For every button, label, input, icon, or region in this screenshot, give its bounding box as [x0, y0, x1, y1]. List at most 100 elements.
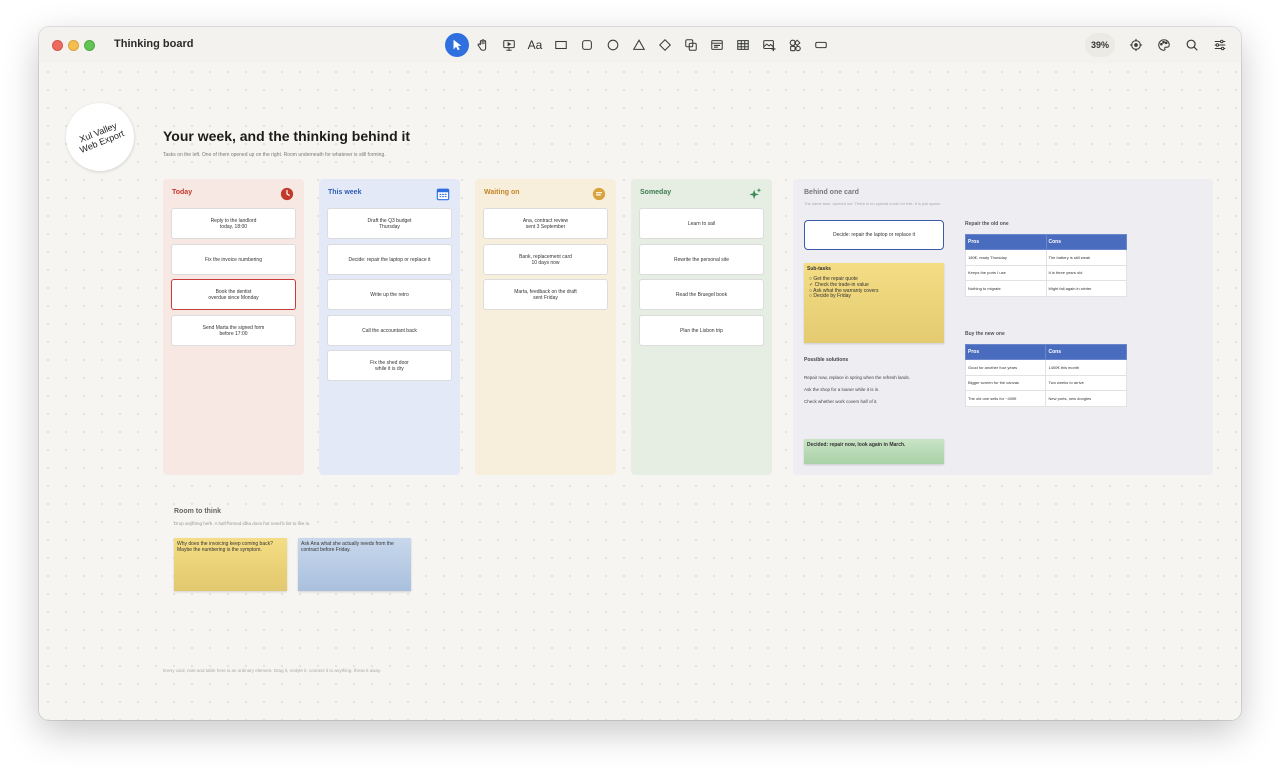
table-cell[interactable]: Keeps the ports I use	[965, 264, 1047, 281]
column-title: Today	[172, 189, 193, 196]
sparkle-icon	[749, 187, 762, 200]
task-card[interactable]: Read the Bruegel book	[639, 279, 764, 310]
solution-item: Check whether work covers half of it.	[804, 399, 878, 404]
table-cell[interactable]: The old one sells for ~400€	[964, 390, 1047, 407]
search-icon[interactable]	[1181, 34, 1203, 56]
table-row: 180€, ready Thursday The battery is still…	[965, 249, 1128, 266]
sticky-note-blue[interactable]: Ask Ana what she actually needs from the…	[298, 538, 411, 591]
task-card-selected[interactable]: Decide: repair the laptop or replace it	[327, 244, 452, 275]
table-cell[interactable]: Might fail again in winter	[1045, 280, 1128, 297]
buy-table-label: Buy the new one	[965, 331, 1005, 337]
table-header: Cons	[1045, 234, 1128, 250]
table-header: Pros	[964, 344, 1047, 360]
board-canvas[interactable]: Xul Valley Web Export Your week, and the…	[39, 63, 1241, 720]
rectangle-tool-icon[interactable]	[549, 33, 573, 57]
clock-icon	[280, 187, 294, 201]
task-card[interactable]: Bank, replacement card 10 days now	[483, 244, 608, 275]
task-card[interactable]: Send Marta the signed form before 17:00	[171, 315, 296, 346]
titlebar: Thinking board Aa 39%	[39, 27, 1241, 63]
column-someday[interactable]: Someday Learn to sail Rewrite the person…	[631, 179, 772, 475]
solutions-title: Possible solutions	[804, 357, 849, 363]
app-window: Thinking board Aa 39% Xul Valley Web Exp…	[39, 27, 1241, 720]
table-cell[interactable]: 180€, ready Thursday	[965, 249, 1047, 266]
table-row: Good for another four years 1400€ this mo…	[964, 359, 1127, 376]
subtasks-note[interactable]: Sub-tasks ○ Get the repair quote ✓ Check…	[804, 263, 944, 343]
table-row: Nothing to migrate Might fail again in wi…	[965, 280, 1128, 297]
components-tool-icon[interactable]	[783, 33, 807, 57]
speech-bubble-icon	[592, 187, 606, 201]
palette-icon[interactable]	[1153, 34, 1175, 56]
subtask-item[interactable]: ○ Decide by Friday	[807, 293, 941, 300]
room-title: Room to think	[174, 508, 222, 515]
repair-pros-cons-table[interactable]: Pros Cons 180€, ready Thursday The batter…	[965, 234, 1128, 297]
buy-pros-cons-table[interactable]: Pros Cons Good for another four years 140…	[964, 344, 1127, 407]
detail-title: Behind one card	[804, 189, 859, 196]
button-tool-icon[interactable]	[809, 33, 833, 57]
card-tool-icon[interactable]	[705, 33, 729, 57]
logo-badge: Xul Valley Web Export	[55, 92, 145, 182]
task-card[interactable]: Fix the invoice numbering	[171, 244, 296, 275]
task-card[interactable]: Draft the Q3 budget Thursday	[327, 208, 452, 239]
table-header: Pros	[965, 234, 1047, 250]
task-card[interactable]: Reply to the landlord today, 18:00	[171, 208, 296, 239]
task-card[interactable]: Fix the shed door while it is dry	[327, 350, 452, 381]
task-card[interactable]: Marta, feedback on the draft sent Friday	[483, 279, 608, 310]
subtasks-title: Sub-tasks	[807, 266, 831, 272]
task-card[interactable]: Learn to sail	[639, 208, 764, 239]
decision-note[interactable]: Decided: repair now, look again in March…	[804, 439, 944, 464]
right-toolbar: 39%	[1085, 33, 1231, 57]
image-tool-icon[interactable]	[757, 33, 781, 57]
table-header: Cons	[1045, 344, 1127, 360]
presentation-tool-icon[interactable]	[497, 33, 521, 57]
task-card[interactable]: Rewrite the personal site	[639, 244, 764, 275]
column-today[interactable]: Today Reply to the landlord today, 18:00…	[163, 179, 304, 475]
group-tool-icon[interactable]	[679, 33, 703, 57]
table-cell[interactable]: Good for another four years	[964, 359, 1047, 376]
task-card-overdue[interactable]: Book the dentist overdue since Monday	[171, 279, 296, 310]
table-cell[interactable]: 1400€ this month	[1045, 359, 1127, 376]
subtask-checkbox[interactable]: ○	[809, 293, 812, 299]
table-row: The old one sells for ~400€ New ports, ne…	[964, 390, 1127, 407]
select-tool-icon[interactable]	[445, 33, 469, 57]
zoom-button[interactable]	[84, 40, 95, 51]
board-subtitle: Tasks on the left. One of them opened up…	[163, 152, 386, 158]
zoom-level[interactable]: 39%	[1085, 33, 1115, 57]
task-card[interactable]: Plan the Lisbon trip	[639, 315, 764, 346]
board-title: Your week, and the thinking behind it	[163, 128, 411, 144]
task-card[interactable]: Call the accountant back	[327, 315, 452, 346]
minimize-button[interactable]	[68, 40, 79, 51]
table-cell[interactable]: Bigger screen for the canvas	[964, 374, 1047, 391]
ellipse-tool-icon[interactable]	[601, 33, 625, 57]
table-cell[interactable]: New ports, new dongles	[1045, 390, 1127, 407]
settings-sliders-icon[interactable]	[1209, 34, 1231, 56]
text-tool-icon[interactable]: Aa	[523, 33, 547, 57]
task-card[interactable]: Write up the retro	[327, 279, 452, 310]
close-button[interactable]	[52, 40, 63, 51]
table-cell[interactable]: The battery is still weak	[1045, 249, 1128, 266]
column-this-week[interactable]: This week Draft the Q3 budget Thursday D…	[319, 179, 460, 475]
table-cell[interactable]: Two weeks to arrive	[1045, 374, 1127, 391]
sticky-note-yellow[interactable]: Why does the invoicing keep coming back?…	[174, 538, 287, 591]
solution-item: Repair now, replace in spring when the r…	[804, 375, 911, 380]
diamond-tool-icon[interactable]	[653, 33, 677, 57]
window-title: Thinking board	[114, 38, 194, 50]
solution-item: Ask the shop for a loaner while it is in…	[804, 387, 880, 392]
table-cell[interactable]: Nothing to migrate	[965, 280, 1047, 297]
selected-task-card[interactable]: Decide: repair the laptop or replace it	[804, 220, 944, 250]
room-subtitle: Drop anything here. A half-formed idea d…	[174, 521, 311, 526]
table-row: Bigger screen for the canvas Two weeks to…	[964, 374, 1127, 391]
calendar-icon	[436, 188, 450, 201]
table-tool-icon[interactable]	[731, 33, 755, 57]
tool-palette: Aa	[445, 33, 833, 57]
detail-subtitle: The same task, opened out. There is no s…	[804, 201, 942, 206]
table-row: Keeps the ports I use It is three years o…	[965, 264, 1128, 281]
detail-panel[interactable]: Behind one card The same task, opened ou…	[793, 179, 1213, 475]
column-waiting-on[interactable]: Waiting on Ana, contract review sent 3 S…	[475, 179, 616, 475]
triangle-tool-icon[interactable]	[627, 33, 651, 57]
table-cell[interactable]: It is three years old	[1045, 264, 1128, 281]
rounded-rectangle-tool-icon[interactable]	[575, 33, 599, 57]
target-icon[interactable]	[1125, 34, 1147, 56]
hand-tool-icon[interactable]	[471, 33, 495, 57]
task-card[interactable]: Ana, contract review sent 3 September	[483, 208, 608, 239]
column-title: Someday	[640, 189, 672, 196]
